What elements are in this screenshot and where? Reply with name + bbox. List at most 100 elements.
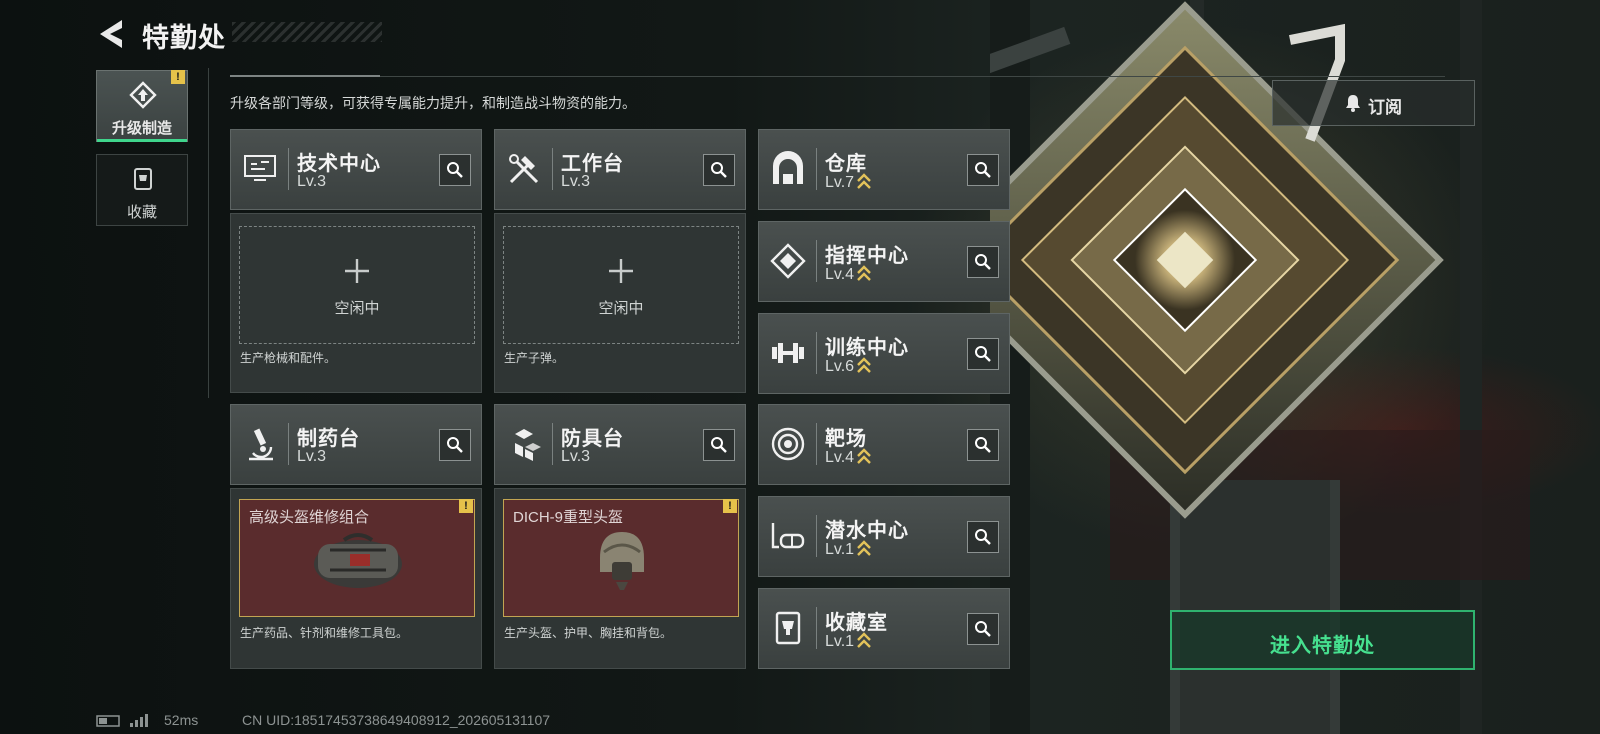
inspect-button[interactable] xyxy=(967,246,999,278)
tab-upgrade-craft[interactable]: 升级制造 ! xyxy=(96,70,188,142)
station-level-value: Lv.7 xyxy=(825,174,855,191)
content-divider-highlight xyxy=(230,75,380,77)
station-level: Lv.4 xyxy=(825,265,871,284)
station-level-value: Lv.3 xyxy=(561,448,591,465)
station-level-value: Lv.3 xyxy=(561,173,591,190)
warehouse-icon xyxy=(773,151,803,184)
station-collection-room[interactable]: 收藏室 Lv.1 xyxy=(758,588,1010,669)
search-icon xyxy=(975,162,991,178)
battery-signal-icon xyxy=(96,714,148,727)
inspect-button[interactable] xyxy=(703,154,735,186)
station-name: 训练中心 xyxy=(825,337,909,359)
production-slot-idle[interactable]: 空闲中 xyxy=(239,226,475,344)
search-icon xyxy=(975,437,991,453)
production-panel-pharmacy: 高级头盔维修组合 ! 生产药品、针剂和维修工具包。 xyxy=(230,488,482,669)
card-separator xyxy=(552,148,553,190)
search-icon xyxy=(711,162,727,178)
station-level-value: Lv.6 xyxy=(825,358,855,375)
station-tech-center[interactable]: 技术中心 Lv.3 xyxy=(230,129,482,210)
search-icon xyxy=(975,529,991,545)
bell-icon xyxy=(1346,95,1360,112)
craft-alert-badge: ! xyxy=(459,499,473,513)
collection-trophy-icon xyxy=(134,168,152,190)
station-workbench[interactable]: 工作台 Lv.3 xyxy=(494,129,746,210)
production-desc: 生产头盔、护甲、胸挂和背包。 xyxy=(504,626,673,640)
crafting-item-name: 高级头盔维修组合 xyxy=(249,509,370,526)
inspect-button[interactable] xyxy=(967,154,999,186)
inspect-button[interactable] xyxy=(967,429,999,461)
station-training-center[interactable]: 训练中心 Lv.6 xyxy=(758,313,1010,394)
station-level: Lv.1 xyxy=(825,632,871,651)
card-separator xyxy=(816,332,817,374)
idle-status: 空闲中 xyxy=(598,300,644,317)
enter-special-ops-button[interactable]: 进入特勤处 xyxy=(1170,610,1475,670)
tab-collection[interactable]: 收藏 xyxy=(96,154,188,226)
upgrade-chevron-icon xyxy=(857,173,871,189)
inspect-button[interactable] xyxy=(439,429,471,461)
station-name: 收藏室 xyxy=(825,612,888,634)
sidebar-divider xyxy=(208,68,209,398)
station-name: 仓库 xyxy=(825,153,867,175)
upgrade-gear-icon xyxy=(129,81,157,109)
production-slot-idle[interactable]: 空闲中 xyxy=(503,226,739,344)
station-level: Lv.3 xyxy=(561,173,590,191)
station-shooting-range[interactable]: 靶场 Lv.4 xyxy=(758,404,1010,485)
tab-collection-label: 收藏 xyxy=(126,204,157,221)
station-level-value: Lv.4 xyxy=(825,266,855,283)
station-command-center[interactable]: 指挥中心 Lv.4 xyxy=(758,221,1010,302)
inspect-button[interactable] xyxy=(967,613,999,645)
back-button[interactable] xyxy=(94,14,134,54)
card-separator xyxy=(288,148,289,190)
upgrade-chevron-icon xyxy=(857,540,871,556)
repair-kit-bag-icon xyxy=(314,533,402,588)
microscope-icon xyxy=(249,428,273,461)
card-separator xyxy=(552,423,553,465)
intro-text: 升级各部门等级，可获得专属能力提升，和制造战斗物资的能力。 xyxy=(230,95,636,111)
card-separator xyxy=(816,240,817,282)
station-name: 潜水中心 xyxy=(825,520,909,542)
crafting-item-slot[interactable]: 高级头盔维修组合 ! xyxy=(239,499,475,617)
station-level-value: Lv.3 xyxy=(297,173,327,190)
subscribe-label: 订阅 xyxy=(1368,98,1402,117)
production-panel-workbench: 空闲中 生产子弹。 xyxy=(494,213,746,393)
ping-value: 52ms xyxy=(164,712,199,728)
station-level: Lv.3 xyxy=(561,448,590,466)
craft-alert-badge: ! xyxy=(723,499,737,513)
card-separator xyxy=(816,607,817,649)
inspect-button[interactable] xyxy=(703,429,735,461)
station-warehouse[interactable]: 仓库 Lv.7 xyxy=(758,129,1010,210)
station-level-value: Lv.4 xyxy=(825,449,855,466)
inspect-button[interactable] xyxy=(967,521,999,553)
station-level-value: Lv.1 xyxy=(825,541,855,558)
card-separator xyxy=(816,423,817,465)
inspect-button[interactable] xyxy=(967,338,999,370)
tab-upgrade-craft-label: 升级制造 xyxy=(111,120,172,137)
station-pharmacy[interactable]: 制药台 Lv.3 xyxy=(230,404,482,485)
title-decoration xyxy=(232,22,382,42)
station-armor-bench[interactable]: 防具台 Lv.3 xyxy=(494,404,746,485)
user-uid: CN UID:1851745373864940891​2_20260513110… xyxy=(242,712,551,728)
command-diamond-icon xyxy=(770,243,806,279)
crafting-item-slot[interactable]: DICH-9重型头盔 ! xyxy=(503,499,739,617)
production-panel-armor-bench: DICH-9重型头盔 ! 生产头盔、护甲、胸挂和背包。 xyxy=(494,488,746,669)
station-level-value: Lv.1 xyxy=(825,633,855,650)
station-name: 防具台 xyxy=(561,428,624,450)
card-separator xyxy=(288,423,289,465)
station-name: 靶场 xyxy=(825,428,867,450)
search-icon xyxy=(975,621,991,637)
station-level: Lv.7 xyxy=(825,173,871,192)
dumbbell-icon xyxy=(772,343,804,363)
upgrade-chevron-icon xyxy=(857,632,871,648)
inspect-button[interactable] xyxy=(439,154,471,186)
upgrade-chevron-icon xyxy=(857,357,871,373)
upgrade-chevron-icon xyxy=(857,448,871,464)
production-desc: 生产枪械和配件。 xyxy=(240,351,337,365)
cubes-icon xyxy=(515,429,541,461)
station-level-value: Lv.3 xyxy=(297,448,327,465)
station-diving-center[interactable]: 潜水中心 Lv.1 xyxy=(758,496,1010,577)
heavy-helmet-icon xyxy=(600,532,644,590)
subscribe-button[interactable]: 订阅 xyxy=(1272,80,1475,126)
content-divider xyxy=(230,76,1445,77)
plus-icon xyxy=(609,259,633,283)
enter-button-label: 进入特勤处 xyxy=(1270,635,1375,657)
